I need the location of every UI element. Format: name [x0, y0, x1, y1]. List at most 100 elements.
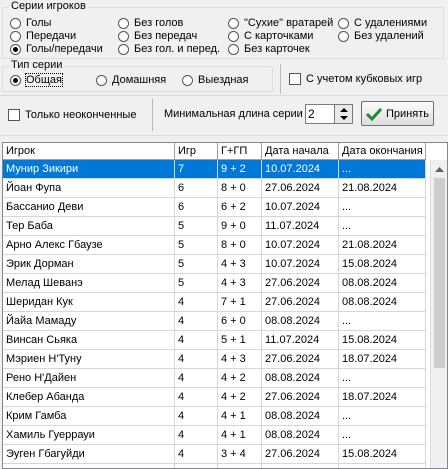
radio-away[interactable]: Выездная — [182, 73, 249, 87]
cell-games: 4 — [175, 464, 218, 468]
table-row[interactable]: Хамиль Гуеррауи 4 4 + 1 08.08.2024... — [3, 426, 426, 445]
radio-circle — [228, 43, 239, 55]
cell-start-date: 08.08.2024 — [262, 312, 339, 331]
radio-label: Без гол. и перед. — [134, 43, 221, 55]
radio-label: Голы/передачи — [26, 43, 103, 55]
min-length-value[interactable]: 2 — [306, 105, 334, 123]
cell-player: Йоан Фупа — [3, 179, 175, 198]
cell-player: Мелад Шеванэ — [3, 274, 175, 293]
radio-circle — [96, 74, 107, 86]
radio-clean-sheets[interactable]: "Сухие" вратарей — [228, 16, 333, 30]
cell-end-date: 08.08.2024 — [339, 293, 426, 312]
cell-games: 4 — [175, 293, 218, 312]
radio-home[interactable]: Домашняя — [96, 73, 166, 87]
min-length-label: Минимальная длина серии — [164, 108, 303, 120]
table-row[interactable]: Мунир Зикири 7 9 + 2 10.07.2024... — [3, 160, 426, 179]
radio-goals[interactable]: Голы — [10, 16, 51, 30]
cell-games: 4 — [175, 312, 218, 331]
unfinished-only-checkbox[interactable]: Только неоконченные — [8, 108, 136, 122]
checkbox-box — [8, 109, 20, 121]
apply-button[interactable]: Принять — [361, 101, 434, 126]
cell-games: 7 — [175, 160, 218, 179]
table-row[interactable]: Эрик Дорман 5 4 + 3 10.07.2024 15.08.2024 — [3, 255, 426, 274]
min-length-spinner[interactable]: 2 — [305, 104, 353, 124]
apply-label: Принять — [386, 107, 429, 120]
radio-no-goals[interactable]: Без голов — [118, 16, 183, 30]
cell-start-date: 10.07.2024 — [262, 236, 339, 255]
column-header-start-date[interactable]: Дата начала — [262, 143, 339, 160]
cell-goals-assists: 4 + 2 — [218, 369, 262, 388]
radio-circle — [118, 43, 129, 55]
radio-assists[interactable]: Передачи — [10, 29, 76, 43]
cell-end-date: ... — [339, 217, 426, 236]
radio-no-sendoffs[interactable]: Без удалений — [338, 29, 424, 43]
table-row[interactable]: Йоан Фупа 6 8 + 0 27.06.2024 21.08.2024 — [3, 179, 426, 198]
cell-end-date: ... — [339, 312, 426, 331]
table-row[interactable]: Арно Алекс Гбаузе 5 8 + 0 10.07.2024 21.08.2… — [3, 236, 426, 255]
radio-with-cards[interactable]: С карточками — [228, 29, 313, 43]
vertical-scrollbar[interactable] — [430, 160, 447, 468]
cell-start-date: 10.07.2024 — [262, 198, 339, 217]
cell-end-date: 15.08.2024 — [339, 255, 426, 274]
cell-games: 5 — [175, 217, 218, 236]
cell-player: Рено Н'Дайен — [3, 369, 175, 388]
table-row[interactable]: Рено Н'Дайен 4 4 + 2 08.08.2024... — [3, 369, 426, 388]
divider — [280, 64, 281, 94]
cell-end-date: ... — [339, 369, 426, 388]
cell-goals-assists: 4 + 1 — [218, 407, 262, 426]
radio-with-sendoffs[interactable]: С удалениями — [338, 16, 427, 30]
cell-player: Клебер Абанда — [3, 388, 175, 407]
cell-games: 6 — [175, 179, 218, 198]
radio-label: Без голов — [134, 17, 184, 29]
table-row[interactable]: Шеридан Кук 4 7 + 1 27.06.2024 08.08.2024 — [3, 293, 426, 312]
cell-goals-assists: 7 + 1 — [218, 293, 262, 312]
scroll-up-icon[interactable] — [431, 160, 447, 177]
column-header-player[interactable]: Игрок — [3, 143, 175, 160]
radio-circle — [10, 43, 21, 55]
spin-arrows-icon[interactable] — [334, 105, 352, 123]
cell-games: 4 — [175, 369, 218, 388]
scrollbar-thumb[interactable] — [434, 178, 445, 368]
table-row[interactable]: Бассанио Деви 6 6 + 2 10.07.2024... — [3, 198, 426, 217]
cell-goals-assists: 6 + 2 — [218, 198, 262, 217]
radio-overall[interactable]: Общая — [10, 73, 63, 87]
radio-circle — [228, 17, 239, 29]
radio-label: Домашняя — [112, 74, 167, 86]
cell-player: Мунир Зикири — [3, 160, 175, 179]
radio-goals-assists[interactable]: Голы/передачи — [10, 42, 103, 56]
table-row[interactable]: Винсан Сьяка 4 5 + 1 11.07.2024 15.08.2024 — [3, 331, 426, 350]
cell-games: 4 — [175, 331, 218, 350]
table-row[interactable]: Клебер Абанда 4 4 + 2 27.06.2024 18.07.2024 — [3, 388, 426, 407]
radio-no-cards[interactable]: Без карточек — [228, 42, 310, 56]
radio-circle — [118, 17, 129, 29]
radio-no-goals-no-assists[interactable]: Без гол. и перед. — [118, 42, 220, 56]
series-table[interactable]: Игрок Игр Г+ГП Дата начала Дата окончани… — [2, 142, 448, 469]
cell-games: 4 — [175, 388, 218, 407]
radio-no-assists[interactable]: Без передач — [118, 29, 197, 43]
cell-player: Тер Баба — [3, 217, 175, 236]
cell-start-date: 27.06.2024 — [262, 388, 339, 407]
radio-label: Без карточек — [244, 43, 310, 55]
table-row[interactable]: Йайа Мамаду 4 6 + 0 08.08.2024... — [3, 312, 426, 331]
table-row[interactable]: Крим Гамба 4 4 + 1 08.08.2024... — [3, 407, 426, 426]
column-header-games[interactable]: Игр — [175, 143, 218, 160]
divider — [0, 95, 448, 96]
column-header-end-date[interactable]: Дата окончания — [339, 143, 426, 160]
cell-end-date: 21.08.2024 — [339, 179, 426, 198]
cup-games-checkbox[interactable]: С учетом кубковых игр — [289, 72, 422, 86]
table-row[interactable]: Проктор Яллоу43 + 327.06.202415.08.2024 — [3, 464, 426, 468]
column-header-goals-assists[interactable]: Г+ГП — [218, 143, 262, 160]
cell-goals-assists: 9 + 2 — [218, 160, 262, 179]
radio-circle — [118, 30, 129, 42]
table-row[interactable]: Эуген Гбагуйди 4 3 + 4 27.06.2024 15.08.2024 — [3, 445, 426, 464]
table-row[interactable]: Мелад Шеванэ 5 4 + 3 27.06.2024 08.08.2024 — [3, 274, 426, 293]
cell-games: 4 — [175, 407, 218, 426]
cell-games: 6 — [175, 198, 218, 217]
table-row[interactable]: Мэриен Н'Туну 4 4 + 3 27.06.2024 18.07.2024 — [3, 350, 426, 369]
radio-label: Без удалений — [354, 30, 424, 42]
cell-start-date: 27.06.2024 — [262, 350, 339, 369]
radio-circle — [228, 30, 239, 42]
cell-goals-assists: 9 + 0 — [218, 217, 262, 236]
table-row[interactable]: Тер Баба 5 9 + 0 11.07.2024... — [3, 217, 426, 236]
table-body: Мунир Зикири 7 9 + 2 10.07.2024... Йоан Фупа… — [3, 160, 426, 468]
